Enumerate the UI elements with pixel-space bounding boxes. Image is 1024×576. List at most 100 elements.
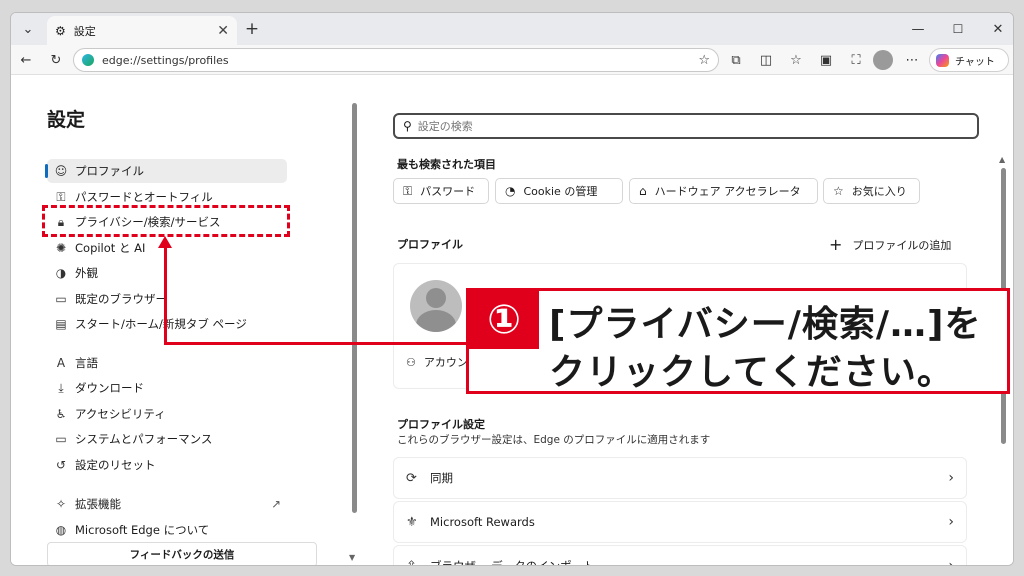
card-label: Microsoft Rewards bbox=[430, 515, 535, 529]
sidebar-item-about[interactable]: ◍ Microsoft Edge について bbox=[47, 518, 287, 542]
chip-passwords[interactable]: ⚿ パスワード bbox=[393, 178, 489, 204]
edge-icon: ◍ bbox=[55, 523, 67, 537]
favorites-icon[interactable]: ☆ bbox=[785, 49, 807, 71]
page-title: 設定 bbox=[47, 109, 86, 131]
hardware-icon: ⌂ bbox=[639, 184, 647, 198]
new-tab-icon[interactable]: + bbox=[241, 18, 263, 40]
copilot-button[interactable]: チャット bbox=[929, 48, 1009, 72]
minimize-icon[interactable]: — bbox=[907, 18, 929, 40]
address-bar[interactable]: edge://settings/profiles ☆ bbox=[73, 48, 719, 72]
card-label: ブラウザー データのインポート bbox=[430, 559, 595, 566]
chip-cookies[interactable]: ◔ Cookie の管理 bbox=[495, 178, 623, 204]
search-icon: ⚲ bbox=[403, 119, 412, 133]
toolbar: ← ↻ edge://settings/profiles ☆ ⧉ ◫ ☆ ▣ ⛶… bbox=[11, 45, 1013, 75]
sidebar-item-label: 外観 bbox=[75, 266, 98, 280]
sidebar-item-label: 言語 bbox=[75, 356, 98, 370]
most-searched-title: 最も検索された項目 bbox=[397, 158, 496, 171]
split-screen-icon[interactable]: ◫ bbox=[755, 49, 777, 71]
profile-settings-description: これらのブラウザー設定は、Edge のプロファイルに適用されます bbox=[397, 434, 711, 446]
extensions-icon: ✧ bbox=[55, 497, 67, 511]
sidebar-item-default-browser[interactable]: ▭ 既定のブラウザー bbox=[47, 287, 287, 311]
maximize-icon[interactable]: ☐ bbox=[947, 18, 969, 40]
refresh-icon[interactable]: ↻ bbox=[45, 49, 67, 71]
reset-icon: ↺ bbox=[55, 458, 67, 472]
rewards-icon: ⚜ bbox=[406, 514, 418, 530]
card-label: 同期 bbox=[430, 471, 453, 485]
sidebar-item-extensions[interactable]: ✧ 拡張機能 ↗ bbox=[47, 492, 287, 516]
address-text: edge://settings/profiles bbox=[102, 53, 229, 67]
sidebar-item-label: パスワードとオートフィル bbox=[75, 190, 213, 204]
sidebar-item-accessibility[interactable]: ♿︎ アクセシビリティ bbox=[47, 402, 287, 426]
back-icon[interactable]: ← bbox=[15, 49, 37, 71]
annotation-callout: ① [プライバシー/検索/…]を クリックしてください。 bbox=[466, 288, 1010, 394]
sidebar-item-downloads[interactable]: ⤓ ダウンロード bbox=[47, 376, 287, 400]
home-icon: ▤ bbox=[55, 317, 67, 331]
scroll-down-icon[interactable]: ▼ bbox=[349, 553, 355, 562]
window-close-icon[interactable]: ✕ bbox=[987, 18, 1009, 40]
browser-icon: ▭ bbox=[55, 292, 67, 306]
sidebar-item-profiles[interactable]: ☺ プロファイル bbox=[45, 159, 287, 183]
sidebar-item-label: アクセシビリティ bbox=[75, 407, 166, 421]
collections-icon[interactable]: ▣ bbox=[815, 49, 837, 71]
chevron-right-icon: › bbox=[948, 514, 954, 530]
sidebar-item-label: 設定のリセット bbox=[75, 458, 156, 472]
chip-label: ハードウェア アクセラレータ bbox=[654, 185, 801, 198]
appearance-icon: ◑ bbox=[55, 266, 67, 280]
chip-label: パスワード bbox=[420, 185, 476, 198]
tab-settings[interactable]: ⚙ 設定 ✕ bbox=[47, 16, 237, 45]
sidebar-item-label: Microsoft Edge について bbox=[75, 523, 210, 537]
profile-icon: ☺ bbox=[54, 164, 68, 178]
favorite-star-icon[interactable]: ☆ bbox=[698, 53, 710, 68]
profile-avatar[interactable] bbox=[873, 50, 893, 70]
edge-logo-icon bbox=[82, 54, 94, 66]
search-input[interactable] bbox=[417, 119, 958, 133]
more-icon[interactable]: ⋯ bbox=[901, 49, 923, 71]
sidebar-item-label: プロファイル bbox=[75, 164, 144, 178]
account-label: アカウン bbox=[423, 356, 468, 369]
sidebar-item-reset[interactable]: ↺ 設定のリセット bbox=[47, 453, 287, 477]
extensions-icon[interactable]: ⧉ bbox=[725, 49, 747, 71]
annotation-line-1: [プライバシー/検索/…]を bbox=[549, 304, 982, 345]
tab-bar: ⌄ ⚙ 設定 ✕ + — ☐ ✕ bbox=[11, 13, 1013, 45]
gear-icon: ⚙ bbox=[55, 23, 66, 38]
settings-search[interactable]: ⚲ bbox=[393, 113, 979, 139]
copilot-icon bbox=[936, 53, 949, 67]
sidebar-item-start-home[interactable]: ▤ スタート/ホーム/新規タブ ページ bbox=[47, 312, 287, 336]
feedback-button[interactable]: フィードバックの送信 bbox=[47, 542, 317, 565]
import-icon: ⇪ bbox=[406, 558, 417, 566]
close-tab-icon[interactable]: ✕ bbox=[217, 23, 229, 39]
scroll-up-icon[interactable]: ▲ bbox=[999, 155, 1005, 164]
sidebar-item-label: 拡張機能 bbox=[75, 497, 121, 511]
step-number-badge: ① bbox=[469, 291, 539, 349]
avatar bbox=[410, 280, 462, 332]
sidebar-item-languages[interactable]: A 言語 bbox=[47, 351, 287, 375]
chip-hardware-acceleration[interactable]: ⌂ ハードウェア アクセラレータ bbox=[629, 178, 818, 204]
card-sync[interactable]: ⟳ 同期 › bbox=[393, 457, 967, 499]
chip-label: Cookie の管理 bbox=[523, 185, 598, 198]
arrow-line-horizontal bbox=[164, 342, 468, 345]
tab-list-chevron-icon[interactable]: ⌄ bbox=[17, 18, 39, 40]
tab-title: 設定 bbox=[73, 24, 96, 38]
annotation-line-2: クリックしてください。 bbox=[549, 352, 954, 393]
copilot-label: チャット bbox=[955, 56, 995, 68]
key-icon: ⚿ bbox=[403, 183, 413, 198]
screenshot-icon[interactable]: ⛶ bbox=[845, 49, 867, 71]
sidebar-item-label: ダウンロード bbox=[75, 381, 144, 395]
add-profile-button[interactable]: + プロファイルの追加 bbox=[829, 235, 951, 254]
key-icon: ⚿ bbox=[56, 189, 66, 204]
sidebar-scrollbar[interactable] bbox=[352, 103, 357, 513]
chevron-right-icon: › bbox=[948, 558, 954, 566]
card-rewards[interactable]: ⚜ Microsoft Rewards › bbox=[393, 501, 967, 543]
sidebar-item-system[interactable]: ▭ システムとパフォーマンス bbox=[47, 427, 287, 451]
cookie-icon: ◔ bbox=[505, 184, 516, 198]
arrow-line-vertical bbox=[164, 244, 167, 344]
sidebar-item-appearance[interactable]: ◑ 外観 bbox=[47, 261, 287, 285]
arrow-head-icon bbox=[158, 236, 172, 248]
chip-favorites[interactable]: ☆ お気に入り bbox=[823, 178, 920, 204]
copilot-icon: ✺ bbox=[55, 241, 67, 255]
chip-row: ⚿ パスワード ◔ Cookie の管理 ⌂ ハードウェア アクセラレータ ☆ お気に入… bbox=[393, 178, 993, 204]
card-import[interactable]: ⇪ ブラウザー データのインポート › bbox=[393, 545, 967, 566]
add-profile-label: プロファイルの追加 bbox=[852, 238, 952, 252]
plus-icon: + bbox=[829, 235, 843, 254]
sidebar-item-label: スタート/ホーム/新規タブ ページ bbox=[75, 317, 247, 331]
